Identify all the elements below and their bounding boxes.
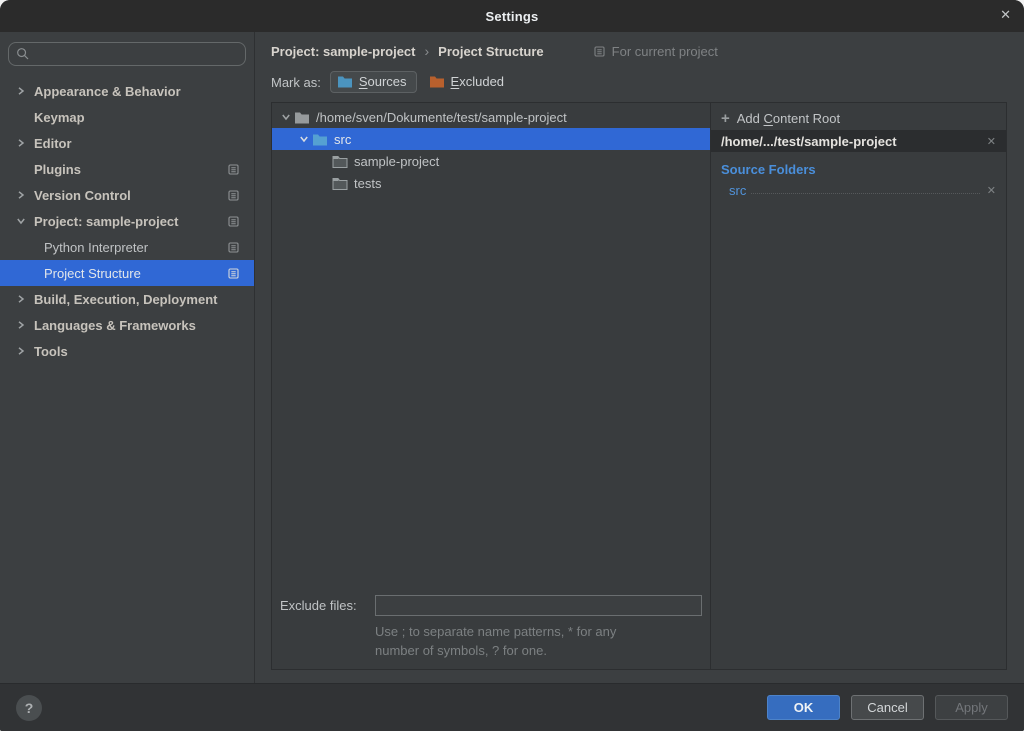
content-root-path: /home/.../test/sample-project xyxy=(721,134,985,149)
mark-as-toolbar: Mark as: Sources Excluded xyxy=(255,64,1024,102)
sidebar-item-label: Python Interpreter xyxy=(44,240,148,255)
exclude-files-section: Exclude files: Use ; to separate name pa… xyxy=(272,595,710,669)
plus-icon: + xyxy=(721,111,730,126)
project-badge-icon xyxy=(227,241,240,254)
mark-sources-label: Sources xyxy=(359,74,407,89)
content-root-item[interactable]: /home/.../test/sample-project ✕ xyxy=(711,130,1006,152)
sidebar-item-label: Version Control xyxy=(34,188,131,203)
sidebar-item-version-control[interactable]: Version Control xyxy=(0,182,254,208)
exclude-files-hint: Use ; to separate name patterns, * for a… xyxy=(375,623,702,661)
dialog-footer: ? OK Cancel Apply xyxy=(0,683,1024,731)
folder-icon xyxy=(332,177,348,190)
remove-source-folder-icon[interactable]: ✕ xyxy=(985,184,998,197)
sidebar-item-label: Appearance & Behavior xyxy=(34,84,181,99)
project-badge-icon xyxy=(227,189,240,202)
chevron-down-icon[interactable] xyxy=(278,112,294,122)
project-badge-icon xyxy=(593,45,606,58)
chevron-right-icon xyxy=(16,320,34,330)
source-folder-name: src xyxy=(729,183,746,198)
chevron-down-icon xyxy=(16,216,34,226)
settings-search xyxy=(8,42,246,66)
settings-categories: Appearance & Behavior Keymap Editor Plug… xyxy=(0,78,254,364)
sidebar-item-tools[interactable]: Tools xyxy=(0,338,254,364)
folder-icon xyxy=(332,155,348,168)
apply-button[interactable]: Apply xyxy=(935,695,1008,720)
hint-line: number of symbols, ? for one. xyxy=(375,642,702,661)
sidebar-item-languages-frameworks[interactable]: Languages & Frameworks xyxy=(0,312,254,338)
breadcrumb-project[interactable]: Project: sample-project xyxy=(271,44,416,59)
dialog-title: Settings xyxy=(486,9,539,24)
context-note-label: For current project xyxy=(612,44,718,59)
ok-button[interactable]: OK xyxy=(767,695,840,720)
breadcrumb-separator-icon: › xyxy=(425,43,430,59)
tree-item-label: tests xyxy=(354,176,381,191)
sidebar-item-python-interpreter[interactable]: Python Interpreter xyxy=(0,234,254,260)
sources-folder-icon xyxy=(337,75,353,88)
chevron-right-icon xyxy=(16,190,34,200)
sidebar-item-label: Editor xyxy=(34,136,72,151)
mark-excluded-button[interactable]: Excluded xyxy=(426,71,514,93)
sidebar-item-build-execution-deployment[interactable]: Build, Execution, Deployment xyxy=(0,286,254,312)
settings-search-input[interactable] xyxy=(8,42,246,66)
context-note: For current project xyxy=(593,44,718,59)
source-folders-header: Source Folders xyxy=(711,152,1006,180)
breadcrumb: Project: sample-project › Project Struct… xyxy=(255,32,1024,64)
folder-icon xyxy=(294,111,310,124)
project-badge-icon xyxy=(227,267,240,280)
hint-line: Use ; to separate name patterns, * for a… xyxy=(375,623,702,642)
breadcrumb-page: Project Structure xyxy=(438,44,543,59)
sidebar-item-project-sample-project[interactable]: Project: sample-project xyxy=(0,208,254,234)
exclude-files-label: Exclude files: xyxy=(280,598,375,613)
sidebar-item-label: Project: sample-project xyxy=(34,214,179,229)
help-icon: ? xyxy=(25,700,34,716)
exclude-files-input[interactable] xyxy=(375,595,702,616)
help-button[interactable]: ? xyxy=(16,695,42,721)
tree-item-sample-project[interactable]: sample-project xyxy=(272,150,710,172)
settings-sidebar: Appearance & Behavior Keymap Editor Plug… xyxy=(0,32,255,683)
add-content-root-button[interactable]: + Add Content Root xyxy=(711,106,1006,130)
chevron-right-icon xyxy=(16,138,34,148)
source-folder-item[interactable]: src ✕ xyxy=(711,180,1006,198)
sidebar-item-appearance-behavior[interactable]: Appearance & Behavior xyxy=(0,78,254,104)
add-content-root-label: Add Content Root xyxy=(737,111,840,126)
sidebar-item-keymap[interactable]: Keymap xyxy=(0,104,254,130)
titlebar: Settings ✕ xyxy=(0,0,1024,32)
sidebar-item-label: Plugins xyxy=(34,162,81,177)
mark-excluded-label: Excluded xyxy=(451,74,504,89)
sidebar-item-label: Build, Execution, Deployment xyxy=(34,292,217,307)
mark-sources-button[interactable]: Sources xyxy=(330,71,417,93)
tree-item-content-root[interactable]: /home/sven/Dokumente/test/sample-project xyxy=(272,106,710,128)
chevron-right-icon xyxy=(16,294,34,304)
chevron-right-icon xyxy=(16,346,34,356)
search-icon xyxy=(16,47,30,61)
tree-item-src[interactable]: src xyxy=(272,128,710,150)
project-badge-icon xyxy=(227,215,240,228)
sidebar-item-label: Project Structure xyxy=(44,266,141,281)
chevron-right-icon xyxy=(16,86,34,96)
source-folder-icon xyxy=(312,133,328,146)
dotted-leader xyxy=(751,193,979,194)
project-badge-icon xyxy=(227,163,240,176)
tree-item-tests[interactable]: tests xyxy=(272,172,710,194)
tree-item-label: /home/sven/Dokumente/test/sample-project xyxy=(316,110,567,125)
sidebar-item-plugins[interactable]: Plugins xyxy=(0,156,254,182)
close-icon[interactable]: ✕ xyxy=(1000,8,1011,21)
content-roots-tree: /home/sven/Dokumente/test/sample-project… xyxy=(272,103,710,669)
sidebar-item-label: Keymap xyxy=(34,110,85,125)
tree-item-label: src xyxy=(334,132,351,147)
chevron-down-icon[interactable] xyxy=(296,134,312,144)
settings-dialog: Settings ✕ Appearance & Behavior Keymap xyxy=(0,0,1024,731)
project-structure-panel: /home/sven/Dokumente/test/sample-project… xyxy=(271,102,1007,670)
content-root-details: + Add Content Root /home/.../test/sample… xyxy=(710,103,1006,669)
mark-as-label: Mark as: xyxy=(271,75,321,90)
cancel-button[interactable]: Cancel xyxy=(851,695,924,720)
remove-content-root-icon[interactable]: ✕ xyxy=(985,135,998,148)
sidebar-item-editor[interactable]: Editor xyxy=(0,130,254,156)
tree-item-label: sample-project xyxy=(354,154,439,169)
sidebar-item-label: Tools xyxy=(34,344,68,359)
sidebar-item-project-structure[interactable]: Project Structure xyxy=(0,260,254,286)
excluded-folder-icon xyxy=(429,75,445,88)
sidebar-item-label: Languages & Frameworks xyxy=(34,318,196,333)
